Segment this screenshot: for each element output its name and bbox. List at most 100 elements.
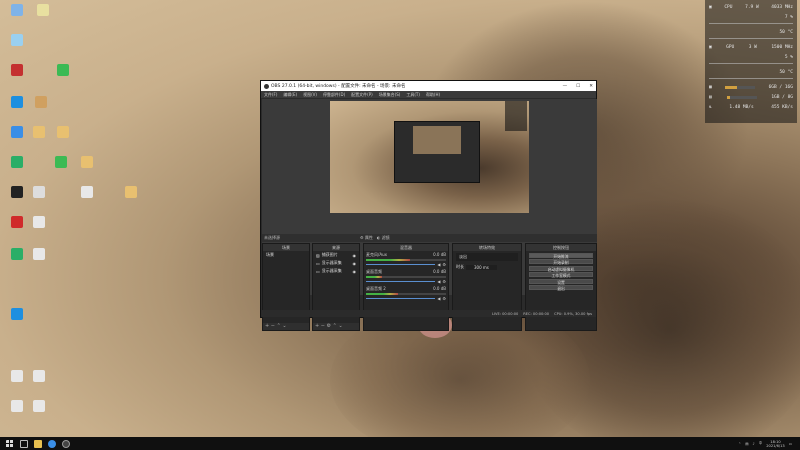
desktop-icon[interactable] — [4, 156, 30, 169]
desktop-icon[interactable] — [118, 186, 144, 199]
network-icon: ⇅ — [709, 104, 712, 110]
desktop-icon[interactable] — [74, 186, 100, 199]
menu-item[interactable]: 文件(F) — [264, 92, 277, 98]
desktop-icon-image — [11, 400, 23, 412]
preview-nested-obs — [394, 121, 480, 183]
scenes-dock: 场景 场景 + − ⌃ ⌄ — [262, 243, 310, 331]
input-method-icon[interactable]: 中 — [759, 441, 763, 446]
desktop-icon[interactable] — [74, 156, 100, 169]
obs-taskbar-icon[interactable] — [62, 439, 70, 448]
desktop-icon[interactable] — [4, 308, 30, 321]
volume-slider[interactable] — [366, 263, 436, 266]
file-explorer-icon[interactable] — [34, 439, 42, 448]
obs-titlebar[interactable]: OBS 27.0.1 (64-bit, windows) - 配置文件: 未命名… — [261, 81, 596, 91]
speaker-icon[interactable]: ◀ — [437, 296, 440, 301]
volume-slider[interactable] — [366, 280, 436, 283]
properties-button[interactable]: ⚙ 属性 — [360, 235, 373, 241]
menu-item[interactable]: 场景集合(S) — [379, 92, 401, 98]
remove-source-icon[interactable]: − — [321, 323, 325, 329]
source-item[interactable]: ▭ 显示器采集 ◉ — [313, 259, 359, 267]
network-tray-icon[interactable]: ▤ — [745, 442, 748, 446]
status-live: LIVE: 00:00:00 — [491, 311, 519, 316]
minimize-button[interactable]: — — [563, 84, 568, 89]
system-monitor-widget: ▣ CPU 7.9 W 4033 MHz 7 % 50 °C ▣ GPU 3 W… — [705, 0, 797, 123]
transitions-dock-title: 转场特效 — [453, 244, 521, 251]
desktop-icon[interactable] — [4, 64, 30, 77]
visibility-eye-icon[interactable]: ◉ — [353, 269, 357, 274]
move-down-icon[interactable]: ⌄ — [282, 323, 286, 329]
volume-slider[interactable] — [366, 297, 436, 300]
gpu-label: GPU — [726, 44, 735, 50]
disk-bar-fill — [726, 95, 731, 99]
control-button[interactable]: 启动虚拟摄像机 — [529, 265, 593, 272]
start-button-icon[interactable] — [6, 439, 14, 448]
remove-scene-icon[interactable]: − — [271, 323, 275, 329]
desktop-icon-image — [35, 96, 47, 108]
cpu-freq: 4033 MHz — [771, 4, 793, 10]
desktop-icon[interactable] — [28, 96, 54, 109]
control-button[interactable]: 退出 — [529, 285, 593, 291]
desktop-icon-image — [81, 186, 93, 198]
scene-item[interactable]: 场景 — [263, 251, 309, 259]
duration-input[interactable]: 300 ms — [466, 264, 497, 270]
notification-icon[interactable]: ▭ — [789, 442, 792, 446]
desktop-icon[interactable] — [26, 400, 52, 413]
desktop-icon[interactable] — [26, 370, 52, 383]
control-button[interactable]: 设置 — [529, 278, 593, 285]
volume-tray-icon[interactable]: ♪ — [753, 442, 755, 446]
desktop-icon[interactable] — [4, 4, 30, 17]
maximize-button[interactable]: ☐ — [576, 84, 580, 89]
menu-item[interactable]: 编辑(E) — [283, 92, 297, 98]
system-tray: ⌃ ▤ ♪ 中 18:10 2021/6/13 ▭ — [738, 440, 800, 448]
tray-expand-icon[interactable]: ⌃ — [738, 442, 741, 446]
cpu-row: ▣ CPU 7.9 W 4033 MHz — [709, 2, 793, 12]
sources-list: ▨ 捕获图片 ◉ ▭ 显示器采集 ◉ ▭ 显示器采集 ◉ — [313, 251, 359, 275]
channel-settings-icon[interactable]: ⚙ — [442, 296, 446, 301]
close-button[interactable]: ✕ — [589, 84, 593, 89]
menu-item[interactable]: 停靠部件(D) — [323, 92, 345, 98]
channel-settings-icon[interactable]: ⚙ — [442, 262, 446, 267]
source-item[interactable]: ▨ 捕获图片 ◉ — [313, 251, 359, 259]
desktop-icon[interactable] — [50, 64, 76, 77]
menu-item[interactable]: 帮助(H) — [426, 92, 440, 98]
obs-menubar: 文件(F) 编辑(E) 视图(V) 停靠部件(D) 配置文件(P) 场景集合(S) 工具(T… — [261, 91, 596, 98]
menu-item[interactable]: 配置文件(P) — [351, 92, 373, 98]
menu-item[interactable]: 工具(T) — [406, 92, 420, 98]
source-item[interactable]: ▭ 显示器采集 ◉ — [313, 267, 359, 275]
speaker-icon[interactable]: ◀ — [437, 279, 440, 284]
desktop-icon-image — [33, 186, 45, 198]
desktop-icon[interactable] — [4, 96, 30, 109]
taskbar-clock[interactable]: 18:10 2021/6/13 — [766, 440, 784, 448]
desktop-icon[interactable] — [50, 126, 76, 139]
desktop-icon[interactable] — [26, 126, 52, 139]
move-up-icon[interactable]: ⌃ — [333, 323, 337, 329]
preview-canvas[interactable] — [330, 101, 529, 213]
desktop-icon[interactable] — [26, 216, 52, 229]
add-source-icon[interactable]: + — [315, 323, 319, 329]
menu-item[interactable]: 视图(V) — [303, 92, 317, 98]
obs-window[interactable]: OBS 27.0.1 (64-bit, windows) - 配置文件: 未命名… — [260, 80, 597, 331]
control-button[interactable]: 开始推流 — [529, 252, 593, 259]
mixer-channel-level: 0.0 dB — [433, 269, 446, 274]
channel-settings-icon[interactable]: ⚙ — [442, 279, 446, 284]
transition-type-select[interactable]: 淡出 — [456, 253, 518, 261]
move-up-icon[interactable]: ⌃ — [277, 323, 281, 329]
desktop-icon[interactable] — [4, 34, 30, 47]
gpu-power: 3 W — [748, 44, 757, 50]
speaker-icon[interactable]: ◀ — [437, 262, 440, 267]
task-view-icon[interactable] — [20, 439, 28, 448]
desktop-icon[interactable] — [30, 4, 56, 17]
source-settings-icon[interactable]: ⚙ — [327, 323, 331, 329]
control-button[interactable]: 开始录制 — [529, 259, 593, 265]
visibility-eye-icon[interactable]: ◉ — [353, 253, 357, 258]
desktop-icon[interactable] — [48, 156, 74, 169]
obs-preview[interactable]: 未选择源 ⚙ 属性 ◐ 滤镜 场景 场景 + − ⌃ ⌄ 来源 ▨ 捕获图片 ◉ ▭ 显… — [262, 99, 597, 331]
browser-icon[interactable] — [48, 439, 56, 448]
visibility-eye-icon[interactable]: ◉ — [353, 261, 357, 266]
move-down-icon[interactable]: ⌄ — [338, 323, 342, 329]
desktop-icon[interactable] — [26, 186, 52, 199]
filters-button[interactable]: ◐ 滤镜 — [377, 235, 390, 241]
control-button[interactable]: 工作室模式 — [529, 272, 593, 278]
desktop-icon[interactable] — [26, 248, 52, 261]
add-scene-icon[interactable]: + — [265, 323, 269, 329]
